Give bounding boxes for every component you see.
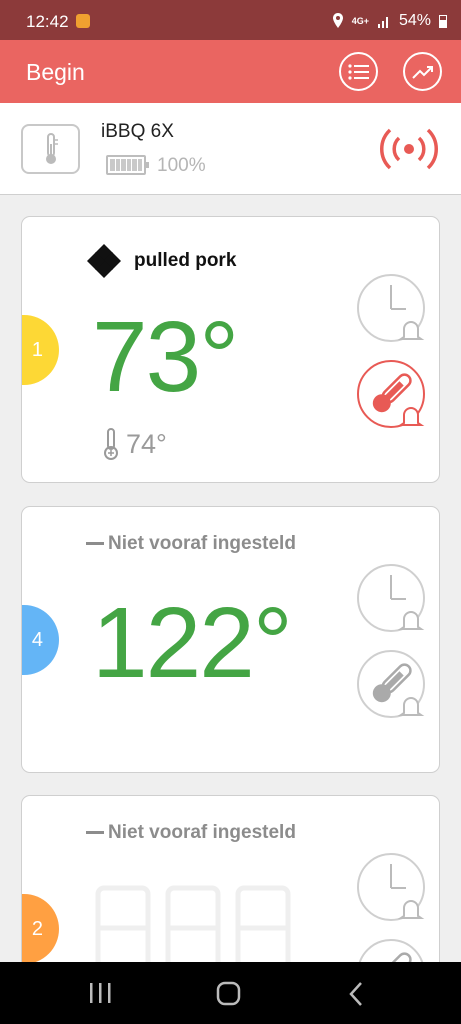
probe-header: Niet vooraf ingesteld xyxy=(86,533,296,555)
probe-number-badge: 4 xyxy=(22,605,59,675)
network-type: 4G+ xyxy=(351,15,369,26)
system-nav-bar xyxy=(0,962,461,1024)
probe-header: Niet vooraf ingesteld xyxy=(86,822,296,844)
probe-card[interactable]: 4 Niet vooraf ingesteld 122° xyxy=(21,506,440,773)
probe-card[interactable]: 1 pulled pork 73° 74° xyxy=(21,216,440,483)
empty-temperature-digits xyxy=(95,885,291,971)
app-bar: Begin xyxy=(0,40,461,103)
temperature-alarm-button[interactable] xyxy=(356,359,426,429)
timer-alarm-button[interactable] xyxy=(356,563,426,633)
probe-number-badge: 2 xyxy=(22,894,59,964)
probe-number-badge: 1 xyxy=(22,315,59,385)
status-icons: 4G+ 54% xyxy=(332,12,447,30)
timer-alarm-button[interactable] xyxy=(356,852,426,922)
list-button[interactable] xyxy=(339,52,378,91)
current-temperature: 73° xyxy=(92,301,239,413)
thermometer-icon xyxy=(21,124,80,174)
notification-icon xyxy=(76,14,90,28)
dash-icon xyxy=(86,542,104,546)
location-icon xyxy=(332,13,343,28)
trend-chart-icon xyxy=(411,65,433,79)
chart-button[interactable] xyxy=(403,52,442,91)
device-battery-icon xyxy=(106,155,149,175)
signal-bars-icon xyxy=(377,17,388,28)
status-bar: 12:42 4G+ 54% xyxy=(0,0,461,40)
dash-icon xyxy=(86,831,104,835)
probe-label: Niet vooraf ingesteld xyxy=(86,533,296,555)
home-icon[interactable] xyxy=(216,981,242,1007)
timer-alarm-button[interactable] xyxy=(356,273,426,343)
probe-label: Niet vooraf ingesteld xyxy=(86,822,296,844)
device-row[interactable]: iBBQ 6X 100% xyxy=(0,103,461,195)
device-battery-percent: 100% xyxy=(157,155,206,176)
bluetooth-signal-icon[interactable] xyxy=(377,125,441,173)
status-time: 12:42 xyxy=(26,12,69,31)
target-temp-value: 74° xyxy=(126,428,167,459)
preset-text: Niet vooraf ingesteld xyxy=(108,533,296,554)
pork-icon xyxy=(87,244,121,278)
target-temperature: 74° xyxy=(102,427,167,461)
battery-icon xyxy=(439,14,447,28)
list-icon xyxy=(347,63,369,80)
target-thermometer-icon xyxy=(104,428,118,460)
probe-label: pulled pork xyxy=(134,250,237,271)
back-icon[interactable] xyxy=(348,981,364,1007)
probe-header: pulled pork xyxy=(86,243,236,279)
page-title: Begin xyxy=(26,59,85,85)
current-temperature: 122° xyxy=(92,587,293,699)
battery-percent: 54% xyxy=(398,12,431,29)
preset-text: Niet vooraf ingesteld xyxy=(108,822,296,843)
recent-apps-icon[interactable] xyxy=(88,982,112,1004)
temperature-alarm-button[interactable] xyxy=(356,649,426,719)
device-name: iBBQ 6X xyxy=(101,121,174,142)
